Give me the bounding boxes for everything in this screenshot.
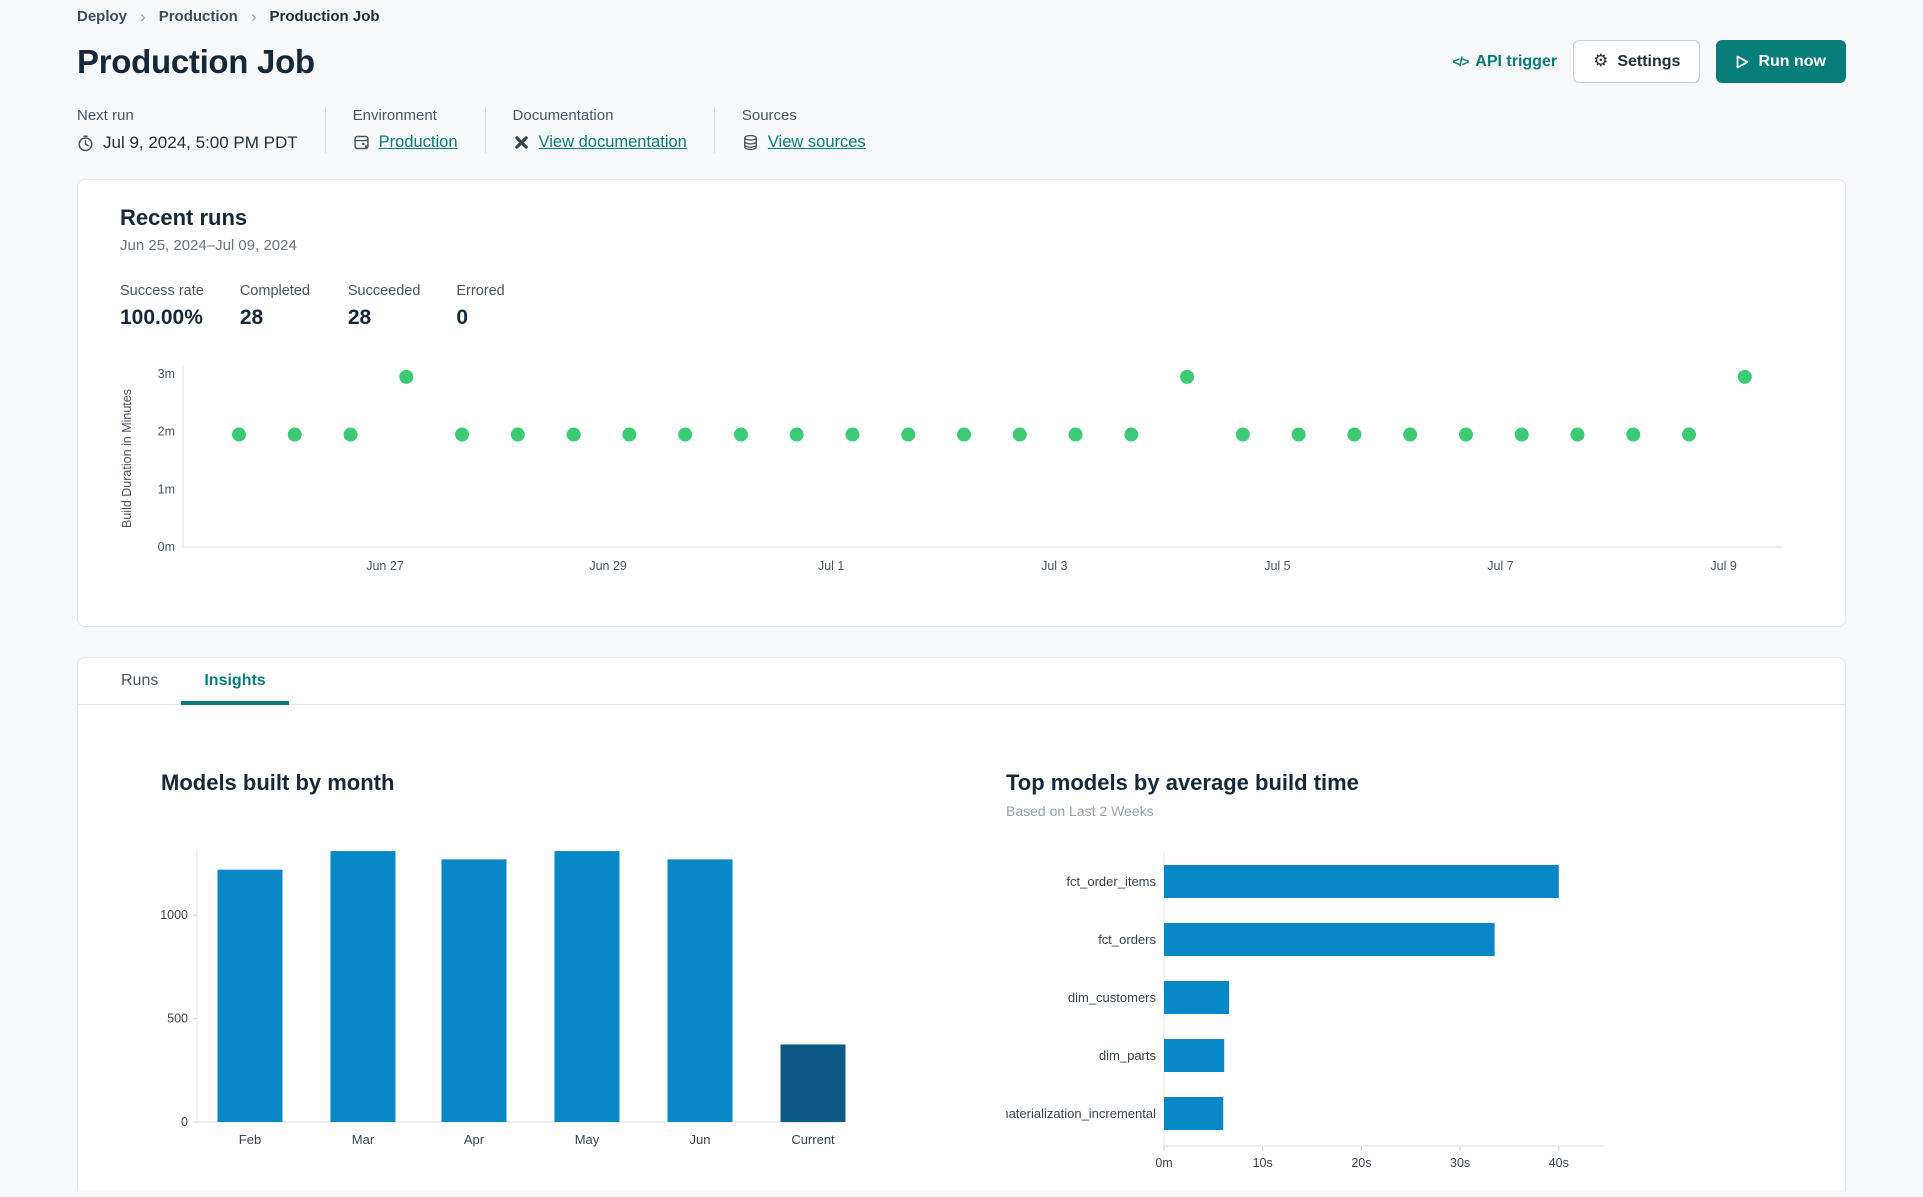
stat-label: Success rate <box>120 283 204 299</box>
svg-text:Jul 5: Jul 5 <box>1264 559 1290 573</box>
play-icon <box>1737 55 1749 68</box>
svg-text:fct_orders: fct_orders <box>1098 932 1156 947</box>
header-actions: </> API trigger ⚙ Settings Run now <box>1452 40 1846 83</box>
svg-text:May: May <box>575 1132 600 1147</box>
tab-runs[interactable]: Runs <box>98 658 181 704</box>
stat-label: Errored <box>456 283 505 299</box>
run-now-label: Run now <box>1758 52 1826 70</box>
chevron-right-icon: › <box>250 7 257 26</box>
top-models-block: Top models by average build time Based o… <box>998 769 1805 1184</box>
insights-panel: Models built by month 0 500 1000 Feb Mar Apr M… <box>78 705 1845 1184</box>
svg-text:Feb: Feb <box>239 1132 261 1147</box>
chevron-right-icon: › <box>140 7 146 26</box>
svg-text:Mar: Mar <box>352 1132 375 1147</box>
sources-column: Sources View sources <box>713 107 893 153</box>
svg-text:1000: 1000 <box>160 908 188 922</box>
svg-text:dim_parts: dim_parts <box>1099 1048 1157 1063</box>
svg-text:Jul 7: Jul 7 <box>1487 559 1513 573</box>
environment-column: Environment Production <box>324 107 485 153</box>
stat-label: Succeeded <box>347 283 421 299</box>
svg-text:40s: 40s <box>1549 1156 1569 1170</box>
dbt-docs-icon <box>514 136 528 149</box>
recent-runs-card: Recent runs Jun 25, 2024–Jul 09, 2024 Su… <box>77 179 1846 627</box>
settings-button[interactable]: ⚙ Settings <box>1573 40 1701 83</box>
recent-runs-title: Recent runs <box>120 205 248 230</box>
page-header: Production Job </> API trigger ⚙ Setting… <box>77 40 1846 83</box>
breadcrumb-deploy[interactable]: Deploy <box>77 8 127 25</box>
stat-succeeded: Succeeded 28 <box>348 282 421 331</box>
svg-text:2m: 2m <box>158 425 175 439</box>
view-documentation-link[interactable]: View documentation <box>539 133 687 152</box>
documentation-label: Documentation <box>512 107 614 124</box>
page: Deploy › Production › Production Job Pro… <box>0 0 1923 1197</box>
environment-label: Environment <box>352 107 437 124</box>
svg-text:1m: 1m <box>158 482 175 496</box>
svg-text:Apr: Apr <box>464 1132 485 1147</box>
svg-text:Jul 3: Jul 3 <box>1041 559 1067 573</box>
job-info-strip: Next run Jul 9, 2024, 5:00 PM PDT Enviro… <box>77 107 1846 153</box>
models-built-chart: 0 500 1000 Feb Mar Apr May Jun Current <box>147 841 1006 1166</box>
breadcrumb-production[interactable]: Production <box>159 8 238 25</box>
build-duration-chart-row: Build Duration in Minutes 0m 1m 2m 3m Jun 27… <box>120 359 1805 582</box>
next-run-value: Jul 9, 2024, 5:00 PM PDT <box>103 133 298 152</box>
database-icon <box>743 134 757 151</box>
run-now-button[interactable]: Run now <box>1716 40 1846 83</box>
documentation-column: Documentation View documentation <box>484 107 714 153</box>
top-models-subtitle: Based on Last 2 Weeks <box>1006 803 1154 819</box>
svg-text:Jun: Jun <box>690 1132 711 1147</box>
stat-value: 28 <box>239 306 264 329</box>
tab-insights[interactable]: Insights <box>181 658 290 705</box>
svg-text:20s: 20s <box>1351 1156 1371 1170</box>
svg-text:0m: 0m <box>1155 1156 1172 1170</box>
api-trigger-label: API trigger <box>1475 52 1558 70</box>
stat-value: 0 <box>456 306 469 329</box>
svg-text:30s: 30s <box>1450 1156 1470 1170</box>
svg-text:materialization_incremental: materialization_incremental <box>1006 1106 1156 1121</box>
job-detail-card: Runs Insights Models built by month 0 500… <box>77 657 1846 1191</box>
top-models-title: Top models by average build time <box>1006 770 1359 795</box>
build-duration-chart: 0m 1m 2m 3m Jun 27 Jun 29 Jul 1 Jul 3 Jul 5 Jul 7… <box>138 359 1788 582</box>
svg-text:3m: 3m <box>158 367 175 381</box>
breadcrumb-production-job: Production Job <box>269 8 380 25</box>
build-duration-axis-label: Build Duration in Minutes <box>120 389 134 529</box>
svg-text:Jul 1: Jul 1 <box>818 559 844 573</box>
stat-errored: Errored 0 <box>456 282 508 331</box>
top-models-chart: 0m 10s 20s 30s 40s fct_order_items fct_ordersd… <box>998 844 1805 1184</box>
environment-icon <box>354 135 369 150</box>
api-trigger-link[interactable]: </> API trigger <box>1452 53 1557 71</box>
clock-icon <box>78 135 93 151</box>
next-run-column: Next run Jul 9, 2024, 5:00 PM PDT <box>77 107 325 153</box>
sources-label: Sources <box>741 107 797 124</box>
recent-runs-date-range: Jun 25, 2024–Jul 09, 2024 <box>120 237 297 254</box>
svg-text:0: 0 <box>181 1115 188 1129</box>
svg-text:500: 500 <box>167 1012 188 1026</box>
svg-text:dim_customers: dim_customers <box>1068 990 1157 1005</box>
gear-icon: ⚙ <box>1593 51 1609 71</box>
svg-text:Jul 9: Jul 9 <box>1710 559 1736 573</box>
models-built-title: Models built by month <box>161 770 395 795</box>
svg-text:fct_order_items: fct_order_items <box>1066 874 1156 889</box>
next-run-label: Next run <box>77 107 134 124</box>
stat-value: 28 <box>347 306 372 329</box>
svg-text:0m: 0m <box>158 540 175 554</box>
settings-label: Settings <box>1617 52 1681 70</box>
code-brackets-icon: </> <box>1452 54 1469 69</box>
svg-text:10s: 10s <box>1253 1156 1273 1170</box>
recent-runs-stats: Success rate 100.00% Completed 28 Succee… <box>120 282 1805 331</box>
stat-value: 100.00% <box>120 306 203 329</box>
page-title: Production Job <box>77 42 315 80</box>
stat-success-rate: Success rate 100.00% <box>120 282 204 331</box>
environment-link[interactable]: Production <box>379 133 458 152</box>
tab-bar: Runs Insights <box>78 658 1845 705</box>
svg-text:Current: Current <box>791 1132 835 1147</box>
stat-label: Completed <box>239 283 310 299</box>
breadcrumb: Deploy › Production › Production Job <box>77 6 1846 25</box>
view-sources-link[interactable]: View sources <box>768 133 866 152</box>
models-built-block: Models built by month 0 500 1000 Feb Mar Apr M… <box>160 769 1006 1184</box>
stat-completed: Completed 28 <box>240 282 312 331</box>
svg-text:Jun 27: Jun 27 <box>366 559 404 573</box>
svg-text:Jun 29: Jun 29 <box>589 559 627 573</box>
